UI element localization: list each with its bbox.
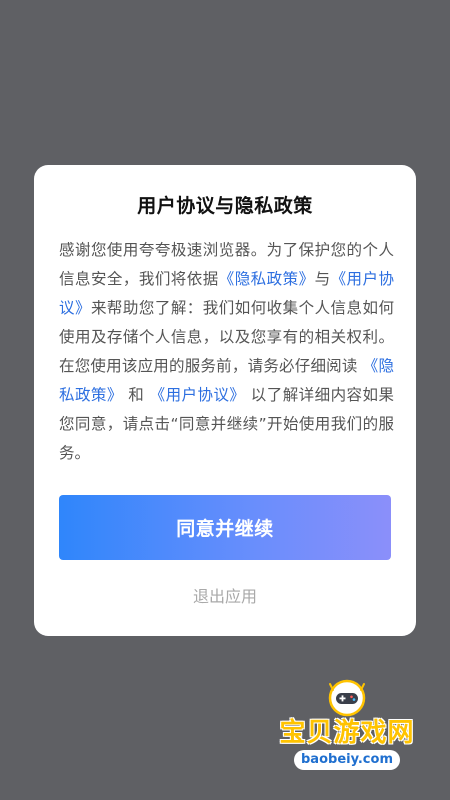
user-agreement-link-2[interactable]: 《用户协议》	[150, 386, 246, 404]
agreement-dialog: 用户协议与隐私政策 感谢您使用夸夸极速浏览器。为了保护您的个人信息安全，我们将依…	[34, 165, 416, 636]
exit-app-button[interactable]: 退出应用	[34, 583, 416, 607]
privacy-policy-link-1[interactable]: 《隐私政策》	[219, 270, 315, 288]
agreement-text-part-3: 来帮助您了解：我们如何收集个人信息如何使用及存储个人信息，以及您享有的相关权利。…	[59, 299, 394, 375]
watermark-logo: 宝贝游戏网 baobeiy.com	[272, 678, 422, 778]
agree-continue-button[interactable]: 同意并继续	[59, 495, 391, 560]
agreement-text: 感谢您使用夸夸极速浏览器。为了保护您的个人信息安全，我们将依据《隐私政策》与《用…	[59, 236, 394, 468]
dialog-title: 用户协议与隐私政策	[137, 195, 313, 217]
watermark-url: baobeiy.com	[294, 750, 400, 770]
watermark-site-name: 宝贝游戏网	[279, 718, 415, 748]
agreement-text-part-4: 和	[122, 386, 150, 404]
agreement-text-part-2: 与	[314, 270, 331, 288]
